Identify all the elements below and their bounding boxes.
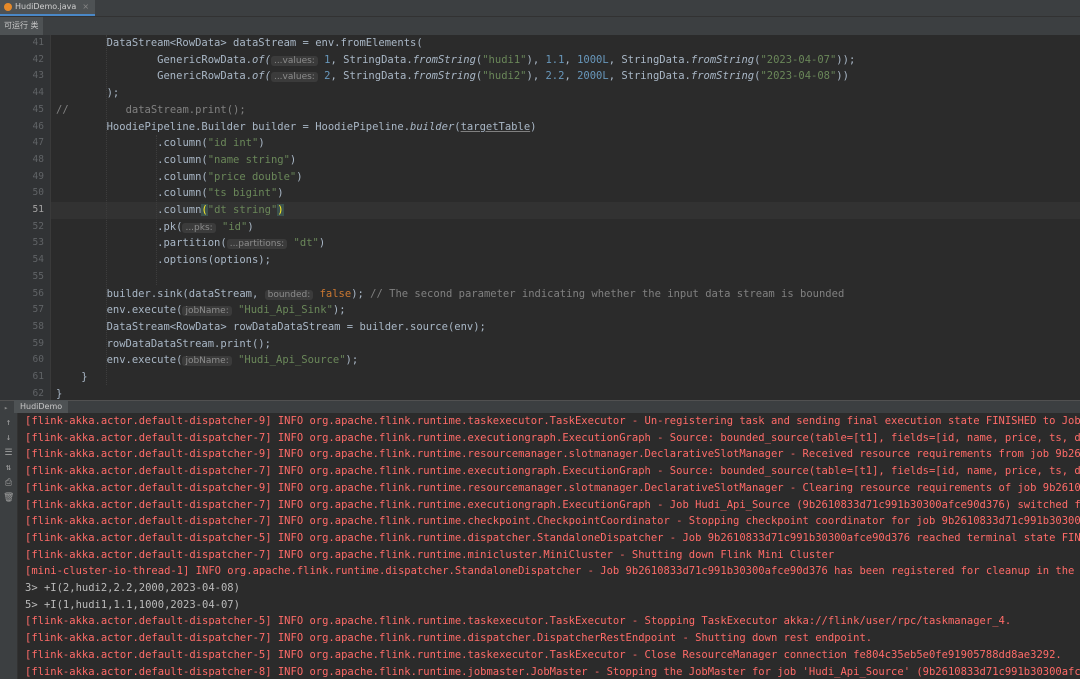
param-hint: ...values: xyxy=(270,55,318,66)
tab-label: HudiDemo.java xyxy=(15,2,77,11)
code-line-47: .column("id int") xyxy=(157,137,265,150)
line-number[interactable]: 49 xyxy=(4,169,44,186)
print-icon[interactable]: ⎙ xyxy=(3,477,14,489)
line-number[interactable]: 58 xyxy=(4,319,44,336)
param-hint: ...pks: xyxy=(182,222,216,233)
matched-paren: ) xyxy=(277,204,284,216)
line-number[interactable]: 53 xyxy=(4,235,44,252)
console-output-line: [mini-cluster-io-thread-1] INFO org.apac… xyxy=(25,565,1080,578)
line-number[interactable]: 41 xyxy=(4,35,44,52)
line-number-gutter[interactable]: 41 42 43 44 45 46 47 48 49 50 51 52 53 54 55 56 57 58 59 60… xyxy=(0,35,51,400)
code-line-52: .pk(...pks: "id") xyxy=(157,220,254,233)
code-line-48: .column("name string") xyxy=(157,153,297,166)
line-number[interactable]: 46 xyxy=(4,119,44,136)
param-hint: jobName: xyxy=(182,306,232,317)
console-output-line: [flink-akka.actor.default-dispatcher-5] … xyxy=(25,531,1080,544)
editor-banner xyxy=(0,17,1080,35)
code-line-59: rowDataDataStream.print(); xyxy=(106,337,271,350)
wrap-icon[interactable]: ☰ xyxy=(3,447,14,459)
run-config-icon: ▸ xyxy=(4,404,9,412)
console-output-line: [flink-akka.actor.default-dispatcher-7] … xyxy=(25,431,1080,444)
line-number[interactable]: 55 xyxy=(4,269,44,286)
trash-icon[interactable]: 🗑 xyxy=(3,492,14,504)
editor-tab-bar xyxy=(0,0,1080,17)
param-hint: ...partitions: xyxy=(226,239,288,250)
console-output-line: [flink-akka.actor.default-dispatcher-7] … xyxy=(25,515,1080,528)
line-number[interactable]: 62 xyxy=(4,386,44,400)
param-hint: bounded: xyxy=(264,289,314,300)
line-number[interactable]: 50 xyxy=(4,185,44,202)
tab-hudidemo-java[interactable]: HudiDemo.java × xyxy=(0,0,96,16)
sort-icon[interactable]: ⇅ xyxy=(3,462,14,474)
code-line-49: .column("price double") xyxy=(157,170,303,183)
code-line-60: env.execute(jobName: "Hudi_Api_Source"); xyxy=(106,354,359,367)
code-line-42: GenericRowData.of(...values: 1, StringDa… xyxy=(157,53,856,66)
code-line-46: HoodiePipeline.Builder builder = HoodieP… xyxy=(106,120,537,133)
code-line-44: ); xyxy=(106,87,120,100)
line-number[interactable]: 44 xyxy=(4,85,44,102)
code-editor[interactable]: 41 42 43 44 45 46 47 48 49 50 51 52 53 54 55 56 57 58 59 60… xyxy=(0,35,1080,400)
console-output-line: 3> +I(2,hudi2,2.2,2000,2023-04-08) xyxy=(25,582,240,594)
arrow-up-icon[interactable]: ↑ xyxy=(3,417,14,429)
console-toolbar: ↑ ↓ ☰ ⇅ ⎙ 🗑 xyxy=(0,413,18,679)
code-line-57: env.execute(jobName: "Hudi_Api_Sink"); xyxy=(106,304,346,317)
code-line-50: .column("ts bigint") xyxy=(157,187,284,200)
code-line-61: } xyxy=(81,371,88,383)
code-line-41: DataStream<RowData> dataStream = env.fro… xyxy=(106,37,423,49)
code-line-54: .options(options); xyxy=(157,254,271,267)
line-number[interactable]: 61 xyxy=(4,369,44,386)
line-number[interactable]: 52 xyxy=(4,219,44,236)
line-number[interactable]: 59 xyxy=(4,336,44,353)
line-number[interactable]: 43 xyxy=(4,68,44,85)
code-line-43: GenericRowData.of(...values: 2, StringDa… xyxy=(157,70,849,83)
line-number[interactable]: 54 xyxy=(4,252,44,269)
console-output-line: [flink-akka.actor.default-dispatcher-7] … xyxy=(25,632,873,645)
line-number[interactable]: 42 xyxy=(4,52,44,69)
console-output-line: [flink-akka.actor.default-dispatcher-5] … xyxy=(25,648,1062,661)
java-class-icon xyxy=(4,3,12,11)
line-number[interactable]: 60 xyxy=(4,352,44,369)
console-output-line: [flink-akka.actor.default-dispatcher-5] … xyxy=(25,615,1012,628)
line-number[interactable]: 57 xyxy=(4,302,44,319)
code-line-51: .column("dt string") xyxy=(157,204,284,216)
banner-label: 可运行 类 xyxy=(0,17,43,35)
line-number[interactable]: 48 xyxy=(4,152,44,169)
run-tab-hudidemo[interactable]: HudiDemo xyxy=(14,400,69,413)
line-number[interactable]: 56 xyxy=(4,286,44,303)
code-line-62: } xyxy=(56,387,63,400)
run-console[interactable]: ↑ ↓ ☰ ⇅ ⎙ 🗑 [flink-akka.actor.default-dispatc… xyxy=(0,413,1080,679)
param-hint: ...values: xyxy=(270,72,318,83)
line-number[interactable]: 51 xyxy=(4,202,44,219)
console-output-line: [flink-akka.actor.default-dispatcher-9] … xyxy=(25,448,1080,461)
run-tool-window-header xyxy=(0,400,1080,414)
console-output-line: [flink-akka.actor.default-dispatcher-9] … xyxy=(25,415,1080,427)
console-output-line: [flink-akka.actor.default-dispatcher-7] … xyxy=(25,548,835,561)
console-output-line: [flink-akka.actor.default-dispatcher-9] … xyxy=(25,481,1080,494)
console-output-line: 5> +I(1,hudi1,1.1,1000,2023-04-07) xyxy=(25,598,240,611)
line-number[interactable]: 45 xyxy=(4,102,44,119)
console-output-line: [flink-akka.actor.default-dispatcher-7] … xyxy=(25,498,1080,511)
console-output-line: [flink-akka.actor.default-dispatcher-7] … xyxy=(25,465,1080,478)
code-line-53: .partition(...partitions: "dt") xyxy=(157,237,326,250)
console-output-line: [flink-akka.actor.default-dispatcher-8] … xyxy=(25,665,1080,678)
line-number[interactable]: 47 xyxy=(4,135,44,152)
close-tab-icon[interactable]: × xyxy=(82,0,89,15)
code-line-58: DataStream<RowData> rowDataDataStream = … xyxy=(106,320,486,333)
arrow-down-icon[interactable]: ↓ xyxy=(3,432,14,444)
code-line-45: // dataStream.print(); xyxy=(56,103,246,116)
param-hint: jobName: xyxy=(182,356,232,367)
code-line-56: builder.sink(dataStream, bounded: false)… xyxy=(106,287,845,300)
